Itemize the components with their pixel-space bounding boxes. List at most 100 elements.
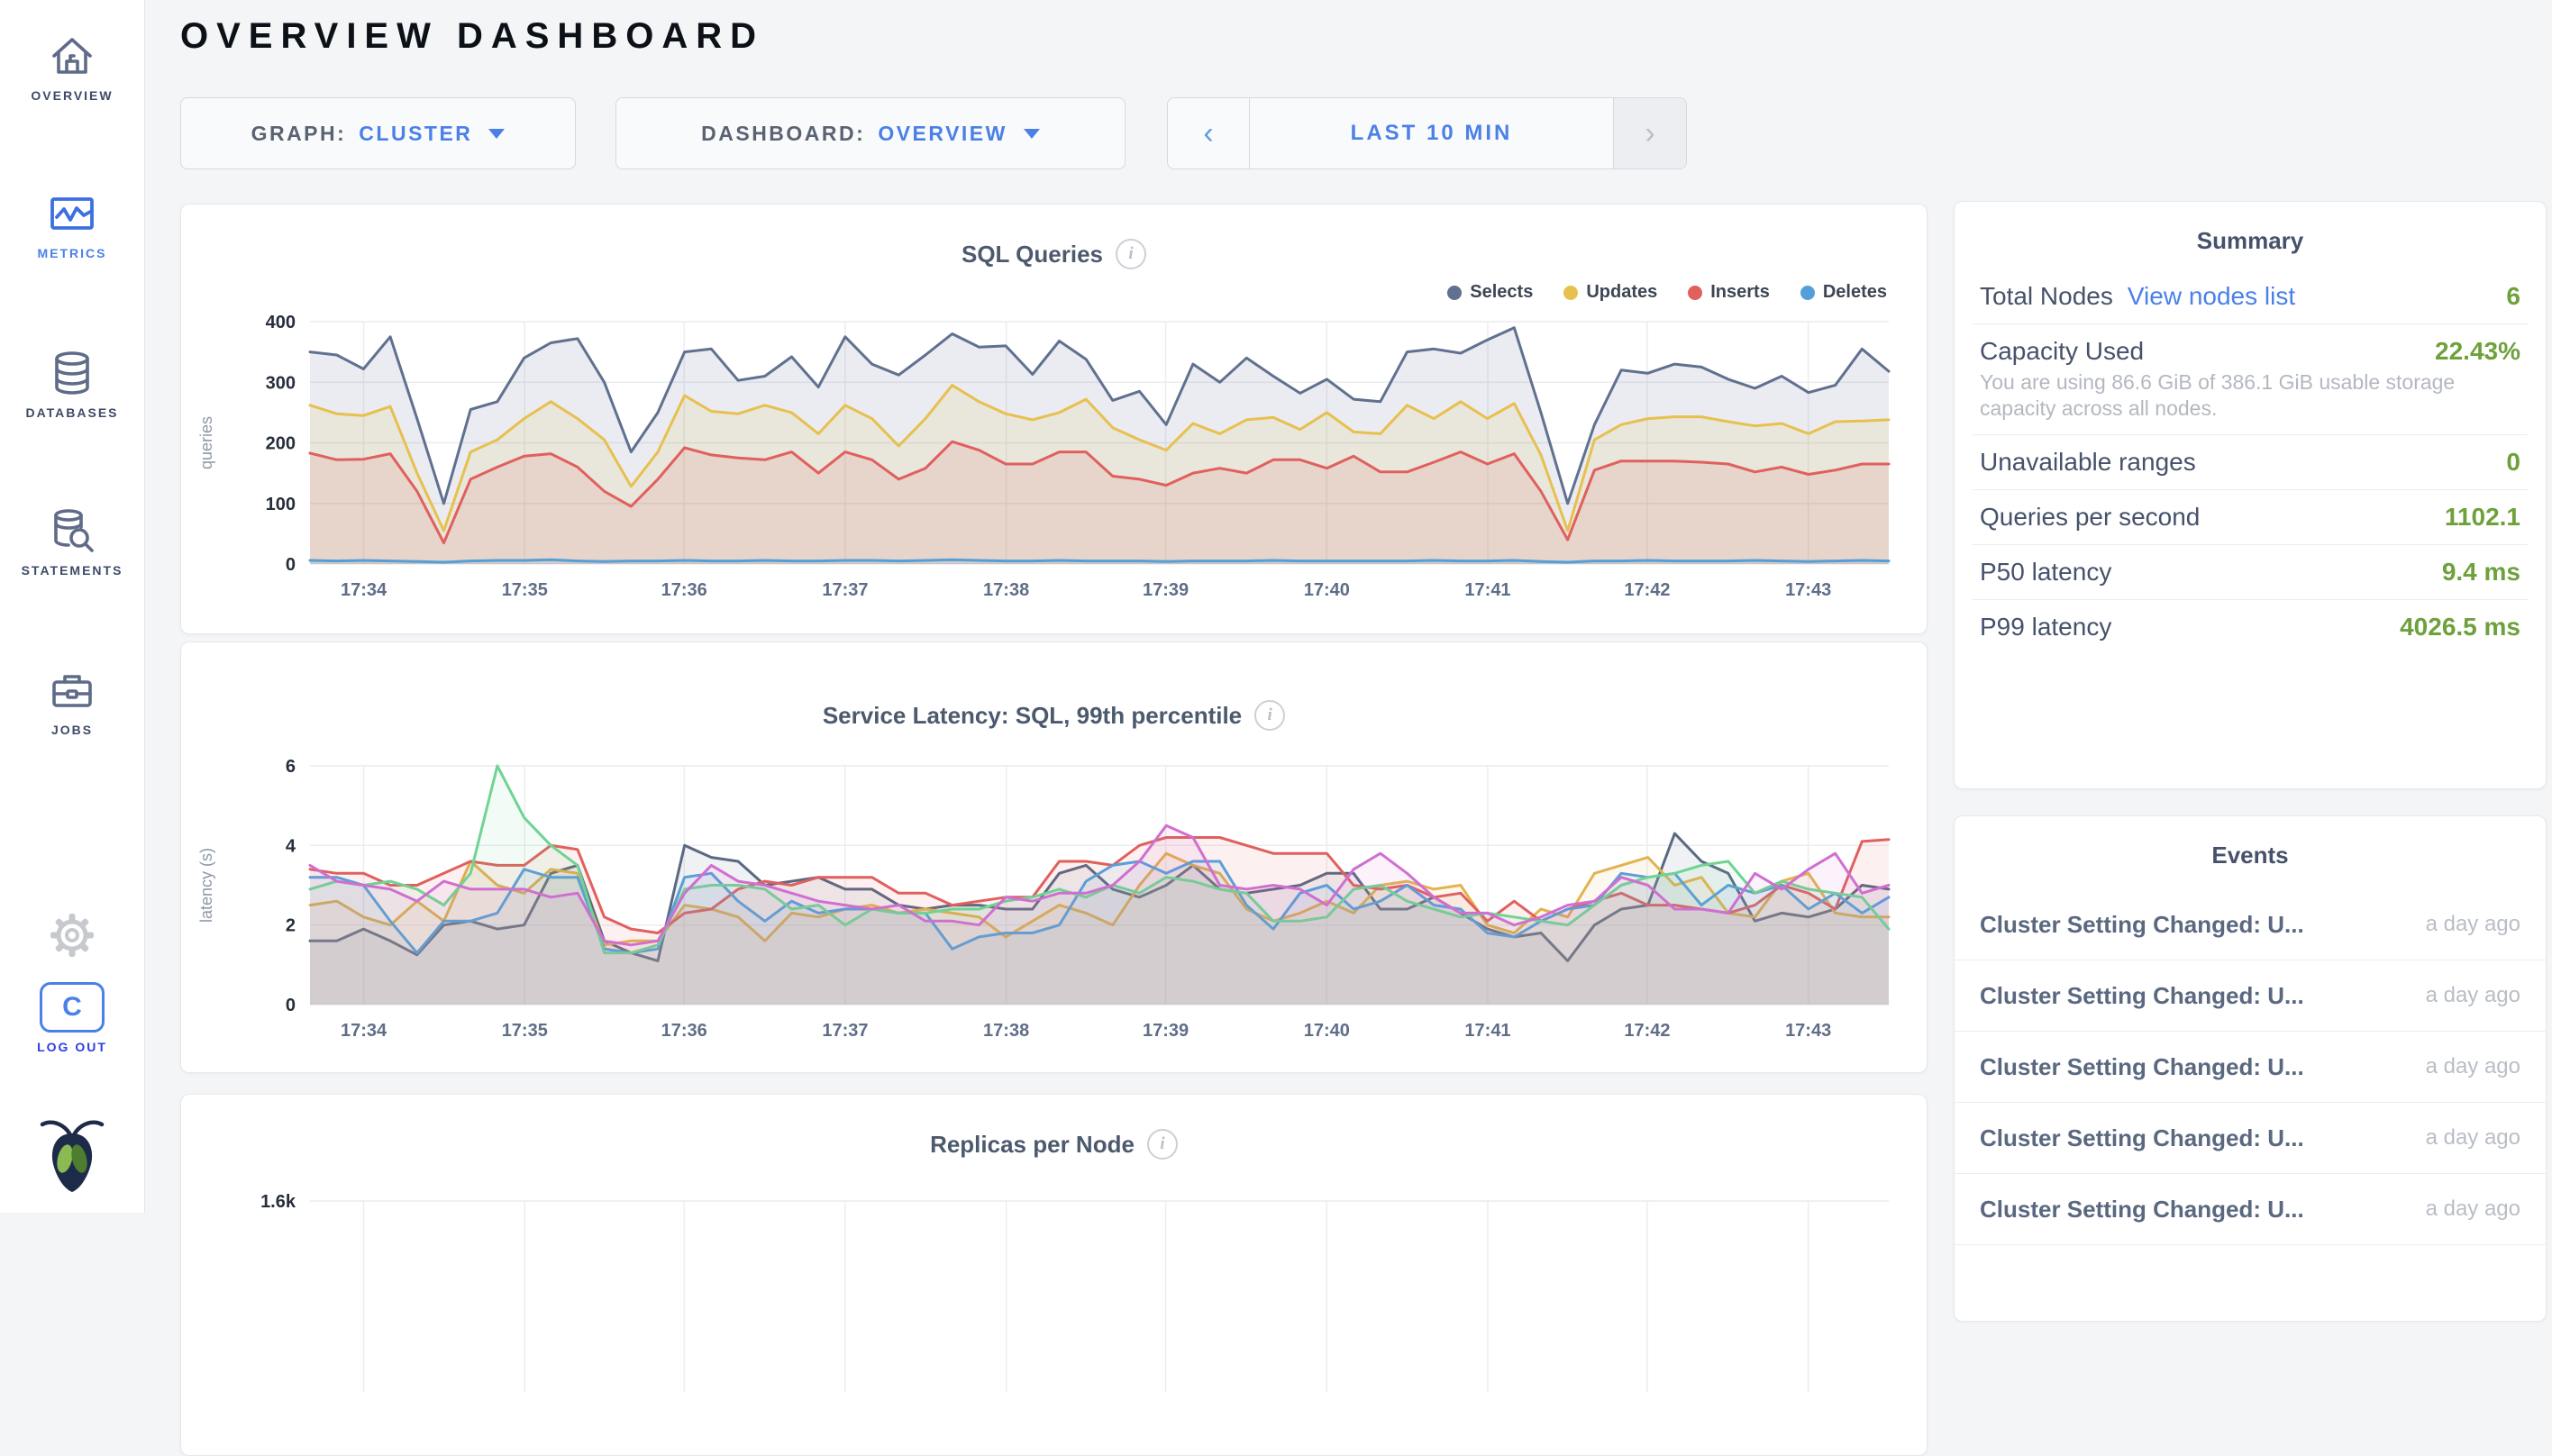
- dashboard-dropdown[interactable]: DASHBOARD: OVERVIEW: [615, 97, 1126, 169]
- svg-text:17:41: 17:41: [1464, 580, 1510, 600]
- svg-text:17:42: 17:42: [1624, 580, 1670, 600]
- summary-value: 1102.1: [2445, 503, 2520, 532]
- svg-text:400: 400: [266, 313, 296, 332]
- svg-text:200: 200: [266, 434, 296, 454]
- event-row[interactable]: Cluster Setting Changed: U... a day ago: [1955, 1103, 2546, 1174]
- svg-text:17:37: 17:37: [822, 1021, 868, 1041]
- summary-label: P99 latency: [1980, 613, 2111, 642]
- svg-text:2: 2: [286, 916, 296, 936]
- events-card: Events Cluster Setting Changed: U... a d…: [1954, 815, 2547, 1322]
- svg-text:17:40: 17:40: [1304, 580, 1350, 600]
- sql-queries-chart: 17:3417:3517:3617:3717:3817:3917:4017:41…: [181, 205, 1927, 633]
- summary-label: Queries per second: [1980, 503, 2200, 532]
- replicas-per-node-panel: Replicas per Node i 1.6k: [180, 1094, 1928, 1456]
- event-time: a day ago: [2426, 912, 2520, 937]
- statements-icon: [47, 505, 97, 556]
- sidebar-item-label: JOBS: [0, 723, 144, 737]
- summary-value: 4026.5 ms: [2400, 613, 2520, 642]
- sql-queries-panel: SQL Queries i SelectsUpdatesInsertsDelet…: [180, 204, 1928, 634]
- sidebar-item-label: METRICS: [0, 246, 144, 260]
- event-time: a day ago: [2426, 1054, 2520, 1079]
- sidebar-item-databases[interactable]: DATABASES: [0, 348, 144, 420]
- sidebar-item-jobs[interactable]: JOBS: [0, 665, 144, 737]
- svg-text:17:38: 17:38: [983, 580, 1029, 600]
- svg-text:300: 300: [266, 373, 296, 393]
- summary-title: Summary: [1955, 227, 2546, 255]
- sidebar: OVERVIEW METRICS DATABASES: [0, 0, 145, 1213]
- summary-row-p99: P99 latency 4026.5 ms: [1955, 602, 2546, 652]
- databases-icon: [47, 348, 97, 398]
- time-range-button[interactable]: LAST 10 MIN: [1250, 98, 1613, 168]
- svg-text:17:40: 17:40: [1304, 1021, 1350, 1041]
- event-title: Cluster Setting Changed: U...: [1980, 982, 2304, 1010]
- logout-button[interactable]: C LOG OUT: [0, 982, 144, 1054]
- event-title: Cluster Setting Changed: U...: [1980, 1124, 2304, 1152]
- sidebar-item-metrics[interactable]: METRICS: [0, 188, 144, 260]
- svg-text:17:42: 17:42: [1624, 1021, 1670, 1041]
- summary-row-p50: P50 latency 9.4 ms: [1955, 547, 2546, 597]
- summary-value: 22.43%: [2435, 337, 2520, 366]
- cockroachdb-logo: [0, 1115, 144, 1195]
- event-row[interactable]: Cluster Setting Changed: U... a day ago: [1955, 889, 2546, 960]
- summary-label: Unavailable ranges: [1980, 448, 2196, 477]
- event-row[interactable]: Cluster Setting Changed: U... a day ago: [1955, 1174, 2546, 1245]
- event-time: a day ago: [2426, 1125, 2520, 1151]
- view-nodes-link[interactable]: View nodes list: [2128, 282, 2295, 311]
- events-list: Cluster Setting Changed: U... a day ago …: [1955, 889, 2546, 1245]
- event-time: a day ago: [2426, 983, 2520, 1008]
- divider: [1973, 599, 2528, 600]
- svg-text:4: 4: [286, 836, 296, 856]
- svg-text:17:35: 17:35: [502, 580, 548, 600]
- svg-text:100: 100: [266, 495, 296, 514]
- summary-row-unavailable-ranges: Unavailable ranges 0: [1955, 437, 2546, 487]
- summary-value: 6: [2506, 282, 2520, 311]
- chevron-down-icon: [1024, 129, 1040, 139]
- sidebar-item-label: OVERVIEW: [0, 88, 144, 103]
- event-title: Cluster Setting Changed: U...: [1980, 1053, 2304, 1081]
- dashboard-dropdown-value: OVERVIEW: [878, 122, 1007, 146]
- dashboard-dropdown-label: DASHBOARD:: [701, 122, 865, 146]
- svg-text:0: 0: [286, 996, 296, 1015]
- settings-button[interactable]: [0, 912, 144, 959]
- gear-icon: [49, 912, 96, 959]
- page-title: OVERVIEW DASHBOARD: [180, 16, 764, 57]
- time-next-button[interactable]: ›: [1613, 98, 1686, 168]
- svg-text:17:35: 17:35: [502, 1021, 548, 1041]
- chevron-left-icon: ‹: [1203, 116, 1213, 151]
- sidebar-item-overview[interactable]: OVERVIEW: [0, 31, 144, 103]
- event-time: a day ago: [2426, 1197, 2520, 1222]
- summary-row-total-nodes: Total Nodes View nodes list 6: [1955, 271, 2546, 322]
- time-prev-button[interactable]: ‹: [1168, 98, 1250, 168]
- svg-text:17:36: 17:36: [661, 1021, 707, 1041]
- summary-label: P50 latency: [1980, 558, 2111, 587]
- home-icon: [47, 31, 97, 81]
- svg-text:17:34: 17:34: [341, 580, 387, 600]
- graph-dropdown[interactable]: GRAPH: CLUSTER: [180, 97, 576, 169]
- svg-text:17:38: 17:38: [983, 1021, 1029, 1041]
- svg-text:17:43: 17:43: [1785, 1021, 1831, 1041]
- sidebar-item-label: STATEMENTS: [0, 563, 144, 578]
- divider: [1973, 489, 2528, 490]
- event-row[interactable]: Cluster Setting Changed: U... a day ago: [1955, 1032, 2546, 1103]
- summary-value: 0: [2506, 448, 2520, 477]
- summary-row-qps: Queries per second 1102.1: [1955, 492, 2546, 542]
- svg-text:6: 6: [286, 757, 296, 777]
- graph-dropdown-label: GRAPH:: [251, 122, 347, 146]
- sidebar-item-statements[interactable]: STATEMENTS: [0, 505, 144, 578]
- svg-text:17:39: 17:39: [1143, 1021, 1189, 1041]
- svg-text:latency (s): latency (s): [197, 848, 215, 923]
- svg-text:17:39: 17:39: [1143, 580, 1189, 600]
- cockroach-c-icon: C: [40, 982, 105, 1033]
- capacity-description: You are using 86.6 GiB of 386.1 GiB usab…: [1980, 369, 2520, 422]
- event-row[interactable]: Cluster Setting Changed: U... a day ago: [1955, 960, 2546, 1032]
- chevron-right-icon: ›: [1645, 116, 1654, 151]
- summary-label: Total Nodes: [1980, 282, 2113, 311]
- time-window-selector: ‹ LAST 10 MIN ›: [1167, 97, 1687, 169]
- divider: [1973, 434, 2528, 435]
- svg-text:17:37: 17:37: [822, 580, 868, 600]
- event-title: Cluster Setting Changed: U...: [1980, 1196, 2304, 1224]
- svg-text:1.6k: 1.6k: [260, 1192, 296, 1212]
- logout-label: LOG OUT: [0, 1040, 144, 1054]
- replicas-per-node-chart: 1.6k: [181, 1095, 1927, 1392]
- summary-card: Summary Total Nodes View nodes list 6 Ca…: [1954, 201, 2547, 789]
